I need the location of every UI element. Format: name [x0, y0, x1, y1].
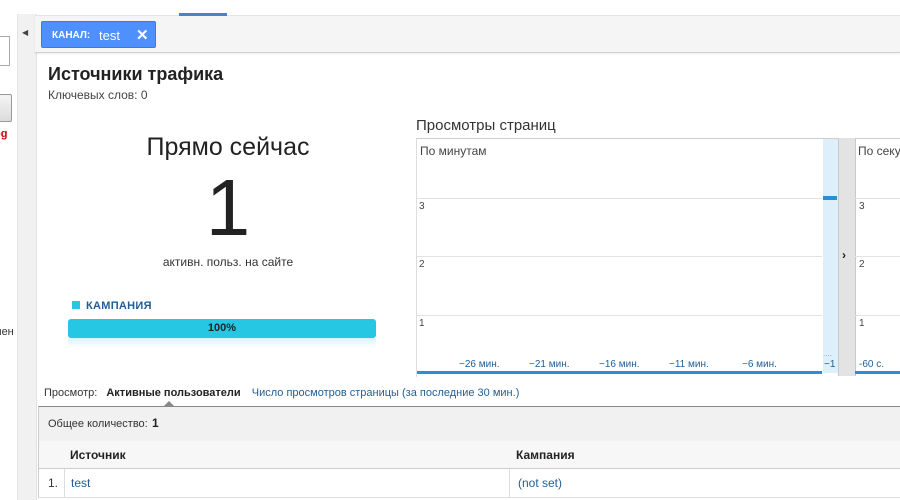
view-pageviews-link[interactable]: Число просмотров страницы (за последние … [252, 387, 520, 399]
x-tick-label: −21 мин. [529, 359, 570, 370]
left-red-text: og [0, 128, 8, 140]
x-tick-label: −11 мин. [669, 359, 709, 370]
x-tick-label: −26 мин. [459, 359, 500, 370]
close-icon[interactable]: ✕ [136, 26, 149, 44]
column-header-campaign[interactable]: Кампания [516, 448, 575, 462]
view-active-users[interactable]: Активные пользователи [106, 387, 240, 399]
pageviews-per-second-chart: По секу 3 2 1 -60 с. [855, 138, 900, 377]
page-title: Источники трафика [48, 64, 224, 84]
row-source-link[interactable]: test [71, 476, 90, 490]
view-selector: Просмотр: Активные пользователи Число пр… [44, 387, 519, 399]
chart-divider[interactable]: › [838, 138, 856, 376]
active-users-caption: активн. польз. на сайте [162, 255, 294, 269]
right-now-title: Прямо сейчас [146, 133, 310, 161]
current-minute-bar [823, 196, 837, 200]
y-tick-label: 1 [859, 318, 865, 329]
filter-chip[interactable]: КАНАЛ: test ✕ [41, 21, 156, 48]
table-header: Источник Кампания [38, 441, 900, 469]
left-partial-text: мен [0, 326, 14, 338]
filter-chip-key: КАНАЛ: [52, 30, 91, 41]
collapse-left-icon[interactable]: ◀ [22, 28, 28, 37]
x-tick-label: -60 с. [859, 359, 885, 370]
campaign-bar-percent: 100% [207, 322, 237, 334]
filter-bar: КАНАЛ: test ✕ [35, 16, 900, 53]
x-tick-label: −1 [824, 359, 836, 370]
y-tick-label: 2 [859, 259, 865, 270]
x-tick-label: −6 мин. [742, 359, 777, 370]
sidebar-collapse-bar[interactable]: ◀ [17, 14, 37, 500]
per-minute-label: По минутам [420, 144, 487, 158]
row-campaign-link[interactable]: (not set) [518, 476, 562, 490]
chevron-right-icon[interactable]: › [842, 248, 846, 262]
table-row: 1. test (not set) [38, 469, 900, 498]
keywords-count: Ключевых слов: 0 [48, 88, 148, 102]
total-summary: Общее количество: 1 [38, 406, 900, 442]
active-users-count: 1 [205, 163, 251, 252]
column-header-source[interactable]: Источник [70, 448, 126, 462]
left-panel-edge: og мен [0, 0, 17, 500]
current-minute-column[interactable] [823, 139, 838, 373]
total-label: Общее количество: [48, 418, 148, 430]
campaign-legend-label: КАМПАНИЯ [86, 300, 152, 312]
view-label: Просмотр: [44, 387, 98, 399]
y-tick-label: 2 [419, 259, 425, 270]
row-number: 1. [48, 476, 59, 490]
y-tick-label: 1 [419, 318, 425, 329]
left-input[interactable] [0, 36, 10, 66]
pageviews-title: Просмотры страниц [416, 117, 556, 134]
total-value: 1 [152, 416, 159, 430]
y-tick-label: 3 [859, 201, 865, 212]
pageviews-per-minute-chart: По минутам 3 2 1 −26 мин. −21 мин. −16 м… [416, 138, 839, 377]
campaign-legend: КАМПАНИЯ [72, 300, 152, 312]
x-tick-label: −16 мин. [599, 359, 640, 370]
filter-chip-value: test [99, 28, 120, 43]
per-second-label: По секу [858, 144, 900, 158]
campaign-bar: 100% [68, 319, 376, 338]
campaign-swatch-icon [72, 301, 80, 309]
left-button[interactable] [0, 94, 12, 122]
y-tick-label: 3 [419, 201, 425, 212]
